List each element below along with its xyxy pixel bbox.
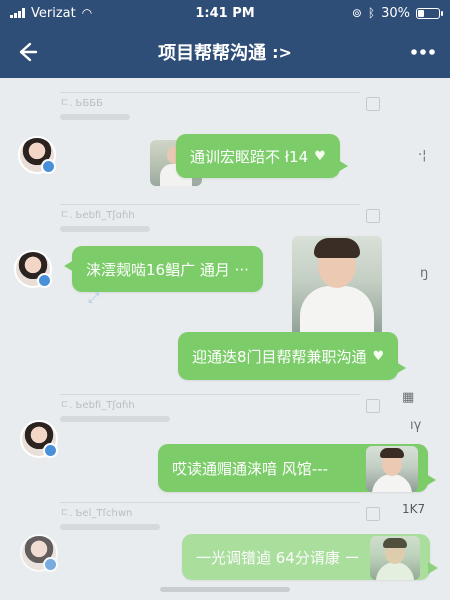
background-line [60, 226, 150, 232]
bluetooth-icon: ᛒ [367, 6, 376, 20]
home-indicator[interactable] [160, 587, 290, 592]
lock-rotation-icon: ⊚ [351, 6, 362, 20]
background-checkbox [366, 97, 380, 111]
battery-percent: 30% [381, 5, 410, 21]
message-bubble[interactable]: 通训宏眍踣不 ł14 ♥ [176, 134, 348, 178]
signal-icon [10, 8, 25, 18]
message-bubble[interactable]: 涞澐觌啮16鲳广 通月 ··· [64, 246, 263, 292]
battery-fill [418, 9, 424, 17]
status-bar: Verizat ◠ 1:41 PM ⊚ ᛒ 30% [0, 0, 450, 26]
status-time: 1:41 PM [195, 5, 255, 21]
background-row: ㄷ. ƄƂƂƂ [60, 92, 380, 136]
share-icon: ⤢ [88, 290, 100, 306]
background-row-header: ㄷ. Ƅebfi_Tʃɑɦh [60, 210, 135, 221]
nav-bar: 项目帮帮沟通 :> [0, 26, 450, 78]
side-mark: ıγ [410, 418, 422, 433]
photo-thumbnail[interactable] [292, 236, 382, 336]
chat-title-suffix: :> [272, 42, 292, 62]
message-text: 通训宏眍踣不 ł14 [190, 147, 309, 166]
chat-title[interactable]: 项目帮帮沟通 :> [158, 39, 292, 65]
wifi-icon: ◠ [81, 6, 93, 20]
avatar[interactable] [20, 534, 58, 572]
chat-title-text: 项目帮帮沟通 [158, 43, 267, 64]
message-text: 哎读通赗通涞喑 风馆--- [172, 459, 329, 478]
shield-heart-icon: ♥ [372, 348, 385, 364]
background-line [60, 114, 130, 120]
message-text: 一光调镨逌 64分谞康 ー [196, 548, 360, 567]
background-line [60, 524, 160, 530]
photo-thumbnail[interactable] [370, 536, 420, 580]
side-mark: 1K7 [402, 502, 426, 516]
chat-area[interactable]: ㄷ. ƄƂƂƂ ㄷ. Ƅebfi_Tʃɑɦh ㄷ. Ƅebfi_Tʃɑɦh ㄷ.… [0, 78, 450, 600]
message-bubble[interactable]: 迎通迭8门目帮帮兼职沟通 ♥ [178, 332, 407, 380]
background-checkbox [366, 209, 380, 223]
battery-icon [416, 7, 443, 19]
more-dots-icon[interactable] [408, 37, 438, 67]
status-right: ⊚ ᛒ 30% [351, 5, 443, 21]
background-row-header: ㄷ. Ƅebfi_Tʃɑɦh [60, 400, 135, 411]
background-checkbox [366, 399, 380, 413]
background-line [60, 416, 170, 422]
background-checkbox [366, 507, 380, 521]
avatar[interactable] [14, 250, 52, 288]
photo-thumbnail[interactable] [366, 446, 418, 492]
side-mark: ŋ [420, 266, 429, 281]
background-row: ㄷ. Ƅebfi_Tʃɑɦh [60, 394, 380, 438]
avatar[interactable] [18, 136, 56, 174]
side-mark: ·¦ [418, 148, 427, 163]
message-text: 涞澐觌啮16鲳广 通月 ··· [86, 260, 249, 279]
message-text: 迎通迭8门目帮帮兼职沟通 [192, 347, 367, 366]
background-row-header: ㄷ. Ƅel_Tſchwn [60, 508, 133, 519]
back-arrow-icon[interactable] [12, 37, 42, 67]
background-row-header: ㄷ. ƄƂƂƂ [60, 98, 103, 109]
heart-icon: ♥ [314, 148, 326, 164]
status-left: Verizat ◠ [10, 6, 92, 21]
avatar[interactable] [20, 420, 58, 458]
side-mark: ▦ [402, 390, 415, 405]
carrier-label: Verizat [31, 5, 76, 21]
